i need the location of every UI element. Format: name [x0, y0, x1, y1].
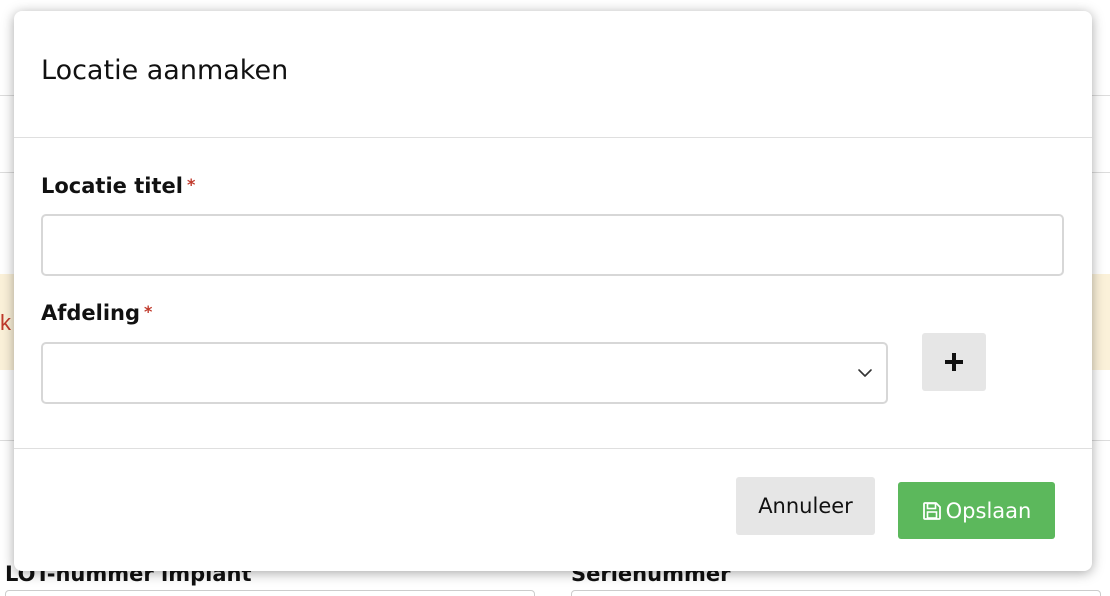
add-department-button[interactable]	[922, 333, 986, 391]
serial-number-input[interactable]	[571, 590, 1101, 596]
department-label: Afdeling *	[41, 301, 152, 325]
location-title-label-text: Locatie titel	[41, 174, 183, 198]
cancel-button-label: Annuleer	[758, 494, 853, 518]
floppy-disk-icon	[922, 501, 941, 520]
create-location-modal: Locatie aanmaken Locatie titel * Afdeling…	[14, 11, 1092, 571]
location-title-label: Locatie titel *	[41, 174, 195, 198]
chevron-down-icon	[858, 369, 872, 377]
save-button[interactable]: Opslaan	[898, 482, 1055, 539]
required-marker: *	[144, 302, 153, 321]
save-button-label: Opslaan	[945, 498, 1032, 523]
lot-number-input[interactable]	[5, 590, 535, 596]
modal-header: Locatie aanmaken	[14, 11, 1092, 138]
required-marker: *	[186, 175, 196, 194]
department-label-text: Afdeling	[41, 301, 141, 325]
plus-icon	[945, 353, 963, 371]
background-alert-text: k	[0, 310, 11, 335]
department-select[interactable]	[41, 342, 888, 404]
location-title-input[interactable]	[41, 214, 1064, 276]
cancel-button[interactable]: Annuleer	[736, 477, 875, 535]
modal-title: Locatie aanmaken	[41, 55, 289, 86]
